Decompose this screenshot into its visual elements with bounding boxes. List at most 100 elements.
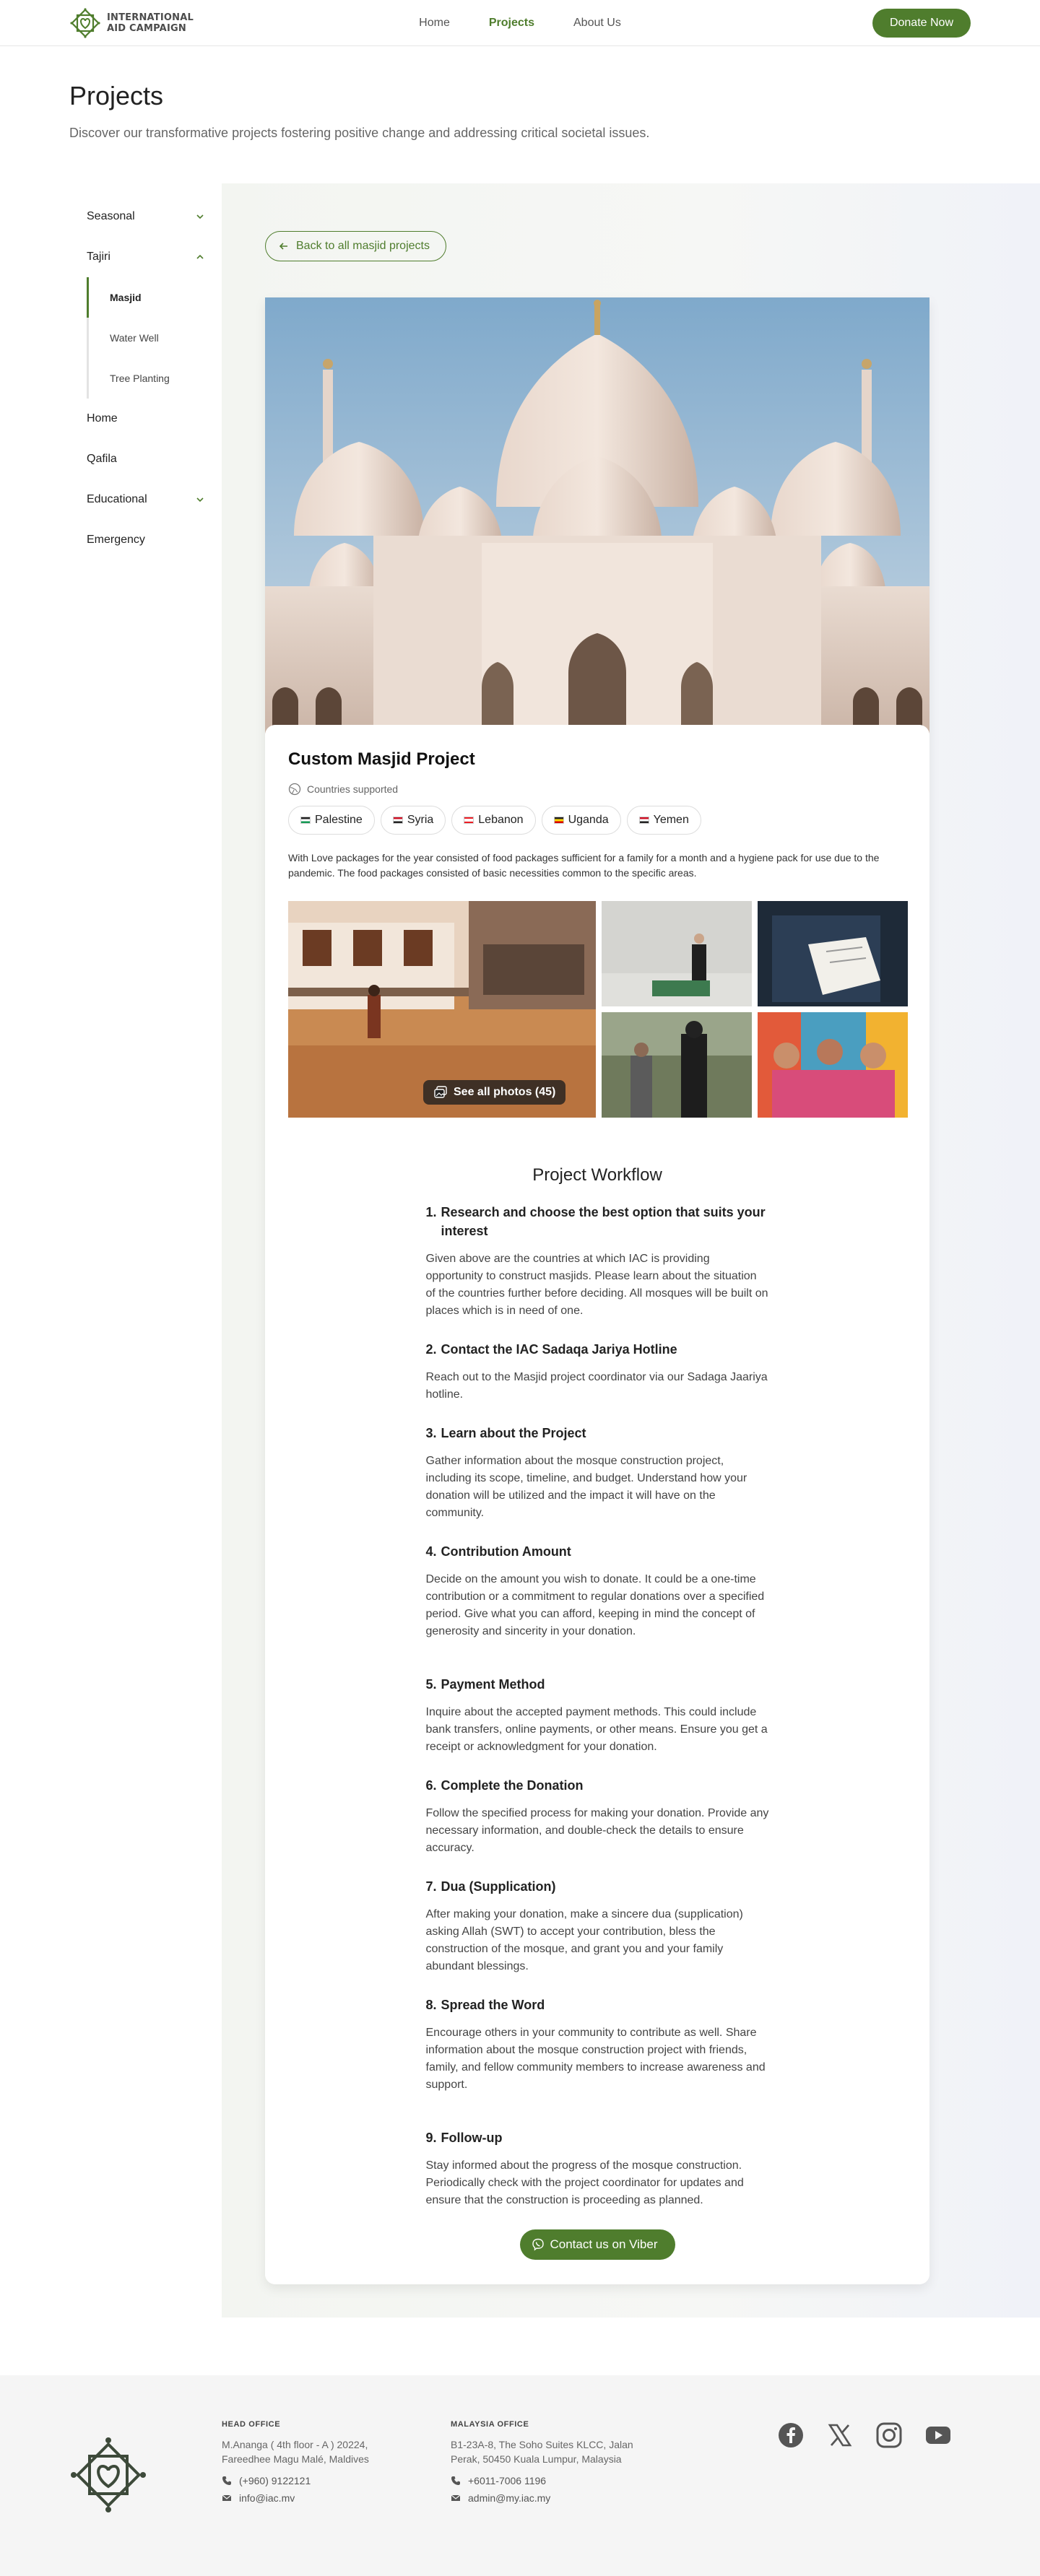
step-number: 1. [425, 1205, 437, 1219]
workflow-step: 7. Dua (Supplication) After making your d… [426, 1877, 769, 1975]
workflow-step: 4. Contribution Amount Decide on the amou… [426, 1542, 769, 1640]
see-all-photos-button[interactable]: See all photos (45) [423, 1080, 566, 1105]
photo-gallery: See all photos (45) [288, 901, 908, 1118]
malaysia-office: MALAYSIA OFFICE B1-23A-8, The Soho Suite… [451, 2420, 638, 2504]
step-heading: Complete the Donation [441, 1778, 584, 1793]
malaysia-office-phone[interactable]: +6011-7006 1196 [451, 2475, 638, 2486]
lebanon-flag-icon [464, 817, 474, 824]
mail-icon [222, 2494, 232, 2501]
step-heading: Contact the IAC Sadaqa Jariya Hotline [441, 1342, 677, 1357]
country-name: Palestine [315, 814, 363, 826]
workflow-step: 9. Follow-up Stay informed about the prog… [426, 2128, 769, 2209]
chevron-up-icon [196, 254, 204, 259]
mosque-illustration [265, 297, 930, 734]
head-office: HEAD OFFICE M.Ananga ( 4th floor - A ) 2… [222, 2420, 410, 2504]
head-office-email[interactable]: info@iac.mv [222, 2492, 410, 2504]
phone-icon [451, 2476, 460, 2485]
country-chip-yemen[interactable]: Yemen [626, 806, 701, 835]
sidebar-item-emergency[interactable]: Emergency [69, 520, 222, 560]
step-text: Reach out to the Masjid project coordina… [425, 1371, 768, 1401]
step-text: Decide on the amount you wish to donate.… [425, 1573, 765, 1637]
nav-home[interactable]: Home [419, 17, 450, 30]
phone-icon [222, 2476, 231, 2485]
facebook-icon[interactable] [777, 2421, 805, 2449]
country-chip-lebanon[interactable]: Lebanon [451, 806, 536, 835]
viber-icon [532, 2238, 544, 2251]
step-heading: Follow-up [441, 2131, 503, 2145]
country-chips: Palestine Syria Lebanon Uganda Yemen [288, 806, 906, 835]
sidebar-subitem-tree-planting[interactable]: Tree Planting [87, 358, 222, 399]
sidebar-item-label: Tajiri [87, 251, 110, 263]
yemen-flag-icon [638, 817, 649, 824]
step-number: 2. [425, 1342, 437, 1357]
step-heading: Contribution Amount [441, 1544, 571, 1559]
project-title: Custom Masjid Project [288, 749, 475, 769]
footer-logo-icon [71, 2437, 146, 2512]
sidebar-item-home[interactable]: Home [69, 399, 222, 439]
site-header: INTERNATIONAL AID CAMPAIGN Home Projects… [0, 0, 1040, 46]
instagram-icon[interactable] [875, 2421, 903, 2449]
sidebar-subitem-water-well[interactable]: Water Well [87, 318, 222, 358]
step-number: 4. [425, 1544, 437, 1559]
page-subtitle: Discover our transformative projects fos… [69, 126, 650, 140]
country-name: Syria [407, 814, 434, 826]
uganda-flag-icon [553, 817, 564, 824]
country-name: Yemen [653, 814, 689, 826]
sidebar-item-label: Seasonal [87, 210, 135, 222]
country-name: Lebanon [478, 814, 524, 826]
project-content: Back to all masjid projects Custom Masji… [222, 183, 1040, 2318]
gallery-photo-main[interactable]: See all photos (45) [288, 901, 596, 1118]
project-hero-image [265, 297, 930, 734]
workflow-step: 3. Learn about the Project Gather informa… [426, 1424, 769, 1522]
gallery-photo-quran[interactable] [758, 901, 908, 1006]
category-sidebar: Seasonal Tajiri Masjid Water Well Tree P… [0, 183, 222, 2318]
chevron-down-icon [196, 497, 204, 502]
sidebar-item-educational[interactable]: Educational [69, 479, 222, 520]
back-to-masjid-projects-button[interactable]: Back to all masjid projects [265, 231, 446, 261]
project-workflow: Project Workflow 1. Research and choose t… [426, 1165, 769, 2260]
donate-now-button[interactable]: Donate Now [872, 8, 971, 38]
country-chip-syria[interactable]: Syria [380, 806, 446, 835]
sidebar-item-seasonal[interactable]: Seasonal [69, 196, 222, 237]
country-chip-palestine[interactable]: Palestine [288, 806, 375, 835]
gallery-photo-children-image [758, 1012, 908, 1118]
country-chip-uganda[interactable]: Uganda [541, 806, 621, 835]
mail-icon [451, 2494, 461, 2501]
country-name: Uganda [568, 814, 609, 826]
iac-logo-icon [70, 7, 100, 38]
x-icon[interactable] [826, 2421, 854, 2449]
sidebar-subitem-masjid[interactable]: Masjid [87, 277, 222, 318]
main-layout: Seasonal Tajiri Masjid Water Well Tree P… [0, 183, 1040, 2318]
head-office-phone[interactable]: (+960) 9122121 [222, 2475, 410, 2486]
tajiri-submenu: Masjid Water Well Tree Planting [87, 277, 222, 399]
sidebar-item-label: Qafila [87, 453, 117, 465]
sidebar-item-tajiri[interactable]: Tajiri [69, 237, 222, 277]
gallery-photo-outdoor[interactable] [602, 1012, 752, 1118]
sidebar-item-label: Emergency [87, 534, 145, 546]
gallery-icon [434, 1086, 447, 1098]
step-text: After making your donation, make a since… [425, 1908, 743, 1972]
palestine-flag-icon [300, 817, 311, 824]
sidebar-item-label: Home [87, 412, 118, 425]
contact-viber-button[interactable]: Contact us on Viber [519, 2229, 675, 2260]
step-heading: Dua (Supplication) [441, 1879, 556, 1894]
youtube-icon[interactable] [924, 2421, 952, 2449]
nav-projects[interactable]: Projects [489, 17, 534, 30]
project-description: With Love packages for the year consiste… [288, 852, 880, 879]
malaysia-office-email[interactable]: admin@my.iac.my [451, 2492, 638, 2504]
step-text: Follow the specified process for making … [425, 1807, 769, 1854]
site-logo[interactable]: INTERNATIONAL AID CAMPAIGN [69, 7, 194, 39]
workflow-title: Project Workflow [532, 1165, 662, 1185]
gallery-photo-prayer[interactable] [602, 901, 752, 1006]
head-office-heading: HEAD OFFICE [222, 2420, 281, 2429]
step-number: 9. [425, 2131, 437, 2145]
sidebar-item-label: Educational [87, 493, 147, 505]
nav-about-us[interactable]: About Us [573, 17, 621, 30]
gallery-photo-children[interactable] [758, 1012, 908, 1118]
globe-icon [288, 783, 301, 796]
arrow-left-icon [279, 243, 287, 250]
step-heading: Research and choose the best option that… [441, 1205, 766, 1238]
workflow-step: 1. Research and choose the best option th… [426, 1203, 769, 1320]
sidebar-item-qafila[interactable]: Qafila [69, 439, 222, 479]
step-number: 5. [425, 1677, 437, 1692]
